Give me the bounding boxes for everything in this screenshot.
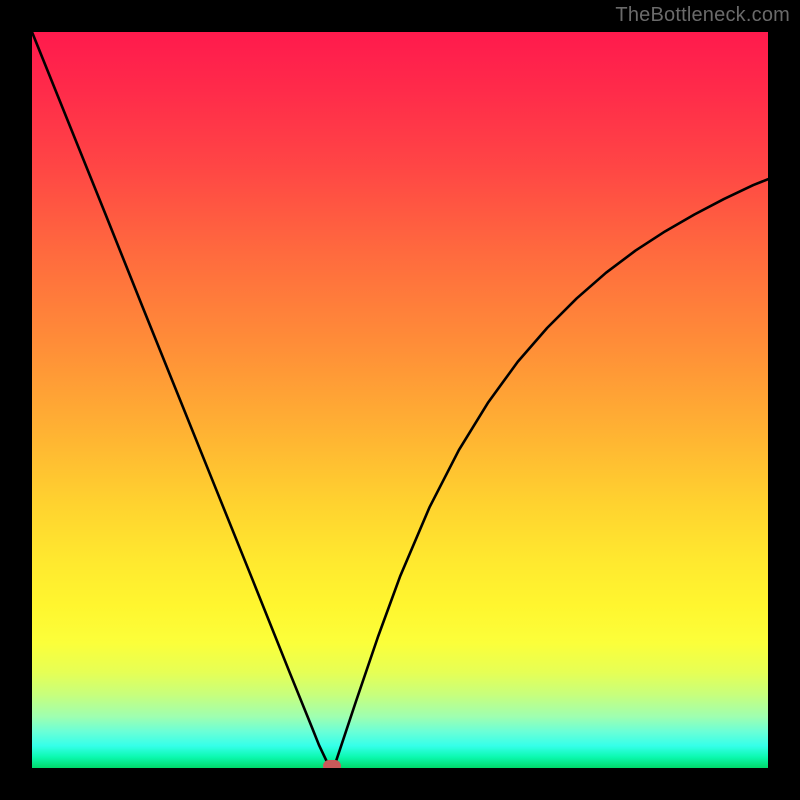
plot-area xyxy=(32,32,768,768)
optimal-point-marker xyxy=(323,760,341,768)
watermark-text: TheBottleneck.com xyxy=(615,4,790,27)
curve-layer xyxy=(32,32,768,768)
bottleneck-curve xyxy=(32,32,768,767)
chart-frame: TheBottleneck.com xyxy=(0,0,800,800)
